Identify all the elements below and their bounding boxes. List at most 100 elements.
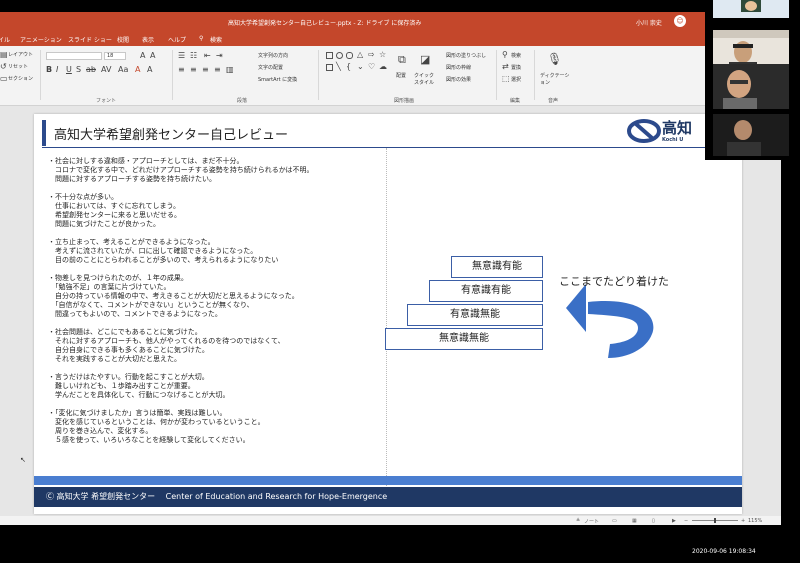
align-center-icon[interactable]: ≡ — [190, 65, 197, 74]
participant-video[interactable] — [713, 0, 789, 18]
sorter-view-icon[interactable]: ▦ — [632, 518, 637, 524]
shrink-font-icon[interactable]: A — [150, 51, 155, 60]
powerpoint-window: 高知大学希望創発センター自己レビュー.pptx - Z: ドライブ に保存済み … — [0, 12, 781, 525]
shape-outline-button[interactable]: 図形の枠線 — [446, 64, 471, 71]
reading-view-icon[interactable]: ▯ — [652, 518, 655, 524]
shape-fill-button[interactable]: 図形の塗りつぶし — [446, 52, 486, 59]
shape-arrow-icon[interactable]: ⇨ — [368, 50, 375, 59]
justify-icon[interactable]: ≡ — [214, 65, 221, 74]
reset-button[interactable]: リセット — [8, 63, 28, 70]
stair-step[interactable]: 有意識有能 — [429, 280, 543, 302]
find-button[interactable]: 検索 — [511, 52, 521, 59]
zoom-slider-thumb[interactable] — [714, 518, 716, 523]
shape-rounded-icon[interactable] — [346, 52, 353, 59]
bullets-icon[interactable]: ☰ — [178, 51, 185, 60]
stair-step[interactable]: 有意識無能 — [407, 304, 543, 326]
case-icon[interactable]: Aa — [118, 65, 128, 74]
font-name-box[interactable] — [46, 52, 102, 60]
shape-triangle-icon[interactable]: △ — [357, 50, 363, 59]
shape-heart-icon[interactable]: ♡ — [368, 62, 375, 71]
select-button[interactable]: 選択 — [511, 76, 521, 83]
text-line: ・社会問題は、どこにでもあることに気づけた。 — [48, 328, 202, 336]
paragraph: ・不十分な点が多い。 仕事においては、すぐに忘れてしまう。 希望創発センターに来… — [48, 193, 378, 229]
stair-step-bottom[interactable]: 無意識無能 — [385, 328, 543, 350]
outdent-icon[interactable]: ⇥ — [216, 51, 223, 60]
layout-icon[interactable]: ▤ — [0, 50, 8, 59]
shape-rect-icon[interactable] — [326, 52, 333, 59]
zoom-out-icon[interactable]: − — [684, 518, 688, 524]
tab-slideshow[interactable]: スライド ショー — [68, 35, 112, 44]
layout-button[interactable]: レイアウト — [8, 51, 33, 58]
shape-star-icon[interactable]: ☆ — [379, 50, 386, 59]
select-icon[interactable]: ⬚ — [502, 74, 510, 83]
shape-cloud-icon[interactable]: ☁ — [379, 62, 387, 71]
quick-styles-icon[interactable]: ◪ — [420, 53, 430, 66]
section-icon[interactable]: ▭ — [0, 74, 8, 83]
user-name[interactable]: 小川 崇史 — [636, 18, 662, 27]
shape-line-icon[interactable]: ╲ — [336, 62, 341, 71]
spacing-icon[interactable]: AV — [101, 65, 111, 74]
text-line: ・不十分な点が多い。 — [48, 193, 118, 201]
columns-icon[interactable]: ▥ — [226, 65, 234, 74]
underline-icon[interactable]: U — [66, 65, 72, 74]
italic-icon[interactable]: I — [56, 65, 58, 74]
zoom-in-icon[interactable]: + — [741, 518, 745, 524]
tab-review[interactable]: 校閲 — [117, 35, 129, 44]
microphone-icon[interactable]: 🎙 — [547, 52, 562, 66]
tab-animation[interactable]: アニメーション — [20, 35, 62, 44]
body-text-box[interactable]: ・社会に対しする違和感・アプローチとしては、まだ不十分。 コロナで変化する中で、… — [48, 157, 378, 454]
indent-icon[interactable]: ⇤ — [204, 51, 211, 60]
text-line: 難しいけれども、１歩踏み出すことが重要。 — [48, 382, 195, 390]
normal-view-icon[interactable]: ▭ — [612, 518, 617, 524]
shape-oval-icon[interactable] — [336, 52, 343, 59]
slide[interactable]: 高知大学希望創発センター自己レビュー 高知 Kochi U ・社会に対しする違和… — [34, 114, 742, 514]
reset-icon[interactable]: ↺ — [0, 62, 7, 71]
text-align-button[interactable]: 文字の配置 — [258, 64, 283, 71]
arrange-icon[interactable]: ⧉ — [398, 53, 406, 67]
replace-button[interactable]: 置換 — [511, 64, 521, 71]
numbering-icon[interactable]: ☷ — [190, 51, 197, 60]
font-size-box[interactable]: 18 — [104, 52, 126, 60]
smartart-button[interactable]: SmartArt に変換 — [258, 76, 297, 83]
notes-icon[interactable]: ≜ — [576, 518, 580, 524]
shape-effects-button[interactable]: 図形の効果 — [446, 76, 471, 83]
shape-brace-icon[interactable]: { — [346, 62, 351, 71]
align-left-icon[interactable]: ≡ — [178, 65, 185, 74]
shape-chevron-icon[interactable]: ⌄ — [357, 62, 364, 71]
text-line: 周りを巻き込んで、変化する。 — [48, 427, 153, 435]
participant-video[interactable] — [713, 64, 789, 109]
tab-help[interactable]: ヘルプ — [168, 35, 186, 44]
annotation-text[interactable]: ここまでたどり着けた — [559, 273, 669, 289]
clear-format-icon[interactable]: A — [147, 65, 152, 74]
paragraph: ・社会問題は、どこにでもあることに気づけた。 それに対するアプローチも、他人がや… — [48, 328, 378, 364]
shape-rect-icon[interactable] — [326, 64, 333, 71]
tab-file[interactable]: ファイル — [0, 35, 10, 44]
dictation-button[interactable]: ディクテーション — [540, 72, 570, 86]
replace-icon[interactable]: ⇄ — [502, 62, 509, 71]
window-title: 高知大学希望創発センター自己レビュー.pptx - Z: ドライブ に保存済み — [228, 20, 422, 27]
notes-button[interactable]: ノート — [584, 518, 599, 525]
find-icon[interactable]: ⚲ — [502, 50, 508, 59]
slide-title[interactable]: 高知大学希望創発センター自己レビュー — [54, 124, 288, 143]
participant-video[interactable] — [713, 114, 789, 156]
stair-step-top[interactable]: 無意識有能 — [451, 256, 543, 278]
strike-icon[interactable]: ab — [86, 65, 96, 74]
grow-font-icon[interactable]: A — [140, 51, 145, 60]
arrange-button[interactable]: 配置 — [396, 72, 406, 79]
align-right-icon[interactable]: ≡ — [202, 65, 209, 74]
text-line: 問題に気づけたことが良かった。 — [48, 220, 160, 228]
text-direction-button[interactable]: 文字列の方向 — [258, 52, 288, 59]
tab-view[interactable]: 表示 — [142, 35, 154, 44]
shadow-icon[interactable]: S — [76, 65, 81, 74]
slideshow-icon[interactable]: ▶ — [672, 518, 676, 524]
bold-icon[interactable]: B — [46, 65, 52, 74]
user-avatar-icon[interactable]: ☺ — [674, 15, 686, 27]
zoom-level[interactable]: 115% — [748, 518, 762, 524]
text-line: 自分の持っている情報の中で、考えきることが大切だと思えるようになった。 — [48, 292, 299, 300]
slide-editing-canvas[interactable]: 高知大学希望創発センター自己レビュー 高知 Kochi U ・社会に対しする違和… — [0, 106, 781, 516]
section-button[interactable]: セクション — [8, 75, 33, 82]
tab-search[interactable]: 検索 — [210, 35, 222, 44]
search-icon[interactable]: ⚲ — [199, 35, 203, 42]
font-color-icon[interactable]: A — [135, 65, 140, 74]
quick-styles-button[interactable]: クイック スタイル — [414, 72, 436, 86]
